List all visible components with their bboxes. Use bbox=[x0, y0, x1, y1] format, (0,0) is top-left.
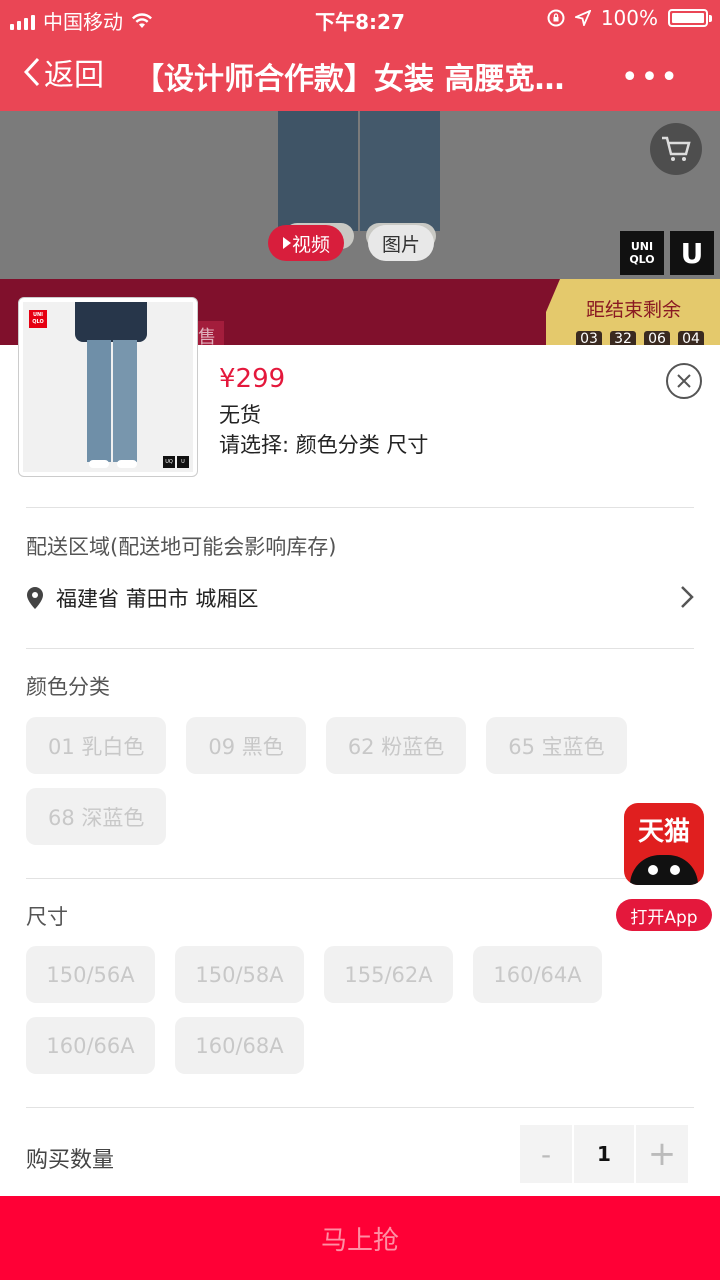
chevron-left-icon bbox=[24, 57, 40, 87]
countdown-label: 距结束剩余 bbox=[586, 299, 682, 321]
size-option[interactable]: 150/58A bbox=[175, 946, 304, 1003]
color-option[interactable]: 09 黑色 bbox=[186, 717, 306, 774]
divider bbox=[26, 1107, 694, 1108]
quantity-increase-button[interactable]: + bbox=[636, 1125, 688, 1183]
product-image-area[interactable]: 视频 图片 UNI QLO U bbox=[0, 111, 720, 279]
quantity-stepper: - 1 + bbox=[520, 1125, 688, 1183]
cart-button[interactable] bbox=[650, 123, 702, 175]
size-label: 尺寸 bbox=[26, 905, 68, 929]
thumb-brand-logo: UNI QLO bbox=[29, 310, 47, 328]
address-text: 福建省 莆田市 城厢区 bbox=[56, 587, 259, 611]
video-tab-label: 视频 bbox=[292, 233, 331, 256]
size-options: 150/56A 150/58A 155/62A 160/64A 160/66A … bbox=[26, 946, 666, 1074]
size-option[interactable]: 160/64A bbox=[473, 946, 602, 1003]
battery-percent: 100% bbox=[600, 6, 658, 30]
page-title: 【设计师合作款】女装 高腰宽腿牛仔裤 bbox=[134, 62, 594, 97]
color-option[interactable]: 62 粉蓝色 bbox=[325, 717, 467, 774]
orientation-lock-icon bbox=[547, 9, 565, 27]
back-button[interactable]: 返回 bbox=[24, 50, 104, 94]
address-selector[interactable]: 福建省 莆田市 城厢区 bbox=[26, 583, 694, 613]
color-option[interactable]: 68 深蓝色 bbox=[26, 788, 167, 845]
countdown-digit: 06 bbox=[644, 331, 670, 345]
top-bar: 中国移动 下午8:27 100% 返回 【设计师合作款】女装 高腰宽腿牛仔裤 •… bbox=[0, 0, 720, 111]
close-button[interactable] bbox=[666, 363, 702, 399]
sku-sheet: ¥299 无货 请选择: 颜色分类 尺寸 配送区域(配送地可能会影响库存) 福建… bbox=[0, 345, 720, 1280]
size-option[interactable]: 160/66A bbox=[26, 1017, 155, 1074]
quantity-label: 购买数量 bbox=[26, 1148, 115, 1173]
tmall-app-icon[interactable]: 天猫 bbox=[624, 803, 704, 885]
u-logo: U bbox=[670, 231, 714, 275]
delivery-label: 配送区域(配送地可能会影响库存) bbox=[26, 535, 337, 559]
countdown-digit: 03 bbox=[576, 331, 602, 345]
color-option[interactable]: 01 乳白色 bbox=[26, 717, 167, 774]
status-bar: 中国移动 下午8:27 100% bbox=[0, 0, 720, 36]
battery-icon bbox=[668, 9, 712, 27]
size-option[interactable]: 160/68A bbox=[175, 1017, 304, 1074]
price: ¥299 bbox=[219, 364, 286, 394]
countdown-digit: 04 bbox=[678, 331, 704, 345]
divider bbox=[26, 648, 694, 649]
countdown: 距结束剩余 03 32 06 04 bbox=[546, 279, 720, 345]
color-option[interactable]: 65 宝蓝色 bbox=[486, 717, 627, 774]
more-menu-button[interactable]: ••• bbox=[621, 60, 680, 95]
divider bbox=[26, 878, 694, 879]
buy-now-button[interactable]: 马上抢 bbox=[0, 1196, 720, 1280]
back-label: 返回 bbox=[44, 58, 104, 93]
product-thumbnail: UNI QLO UQ U bbox=[18, 297, 198, 477]
countdown-digit: 32 bbox=[610, 331, 636, 345]
open-app-button[interactable]: 打开App bbox=[616, 899, 712, 931]
video-tab[interactable]: 视频 bbox=[268, 225, 345, 261]
divider bbox=[26, 507, 694, 508]
size-option[interactable]: 155/62A bbox=[324, 946, 453, 1003]
location-pin-icon bbox=[27, 587, 43, 609]
uniqlo-logo: UNI QLO bbox=[620, 231, 664, 275]
color-label: 颜色分类 bbox=[26, 675, 110, 699]
nav-bar: 返回 【设计师合作款】女装 高腰宽腿牛仔裤 ••• bbox=[0, 40, 720, 106]
stock-status: 无货 bbox=[219, 403, 261, 427]
chevron-right-icon bbox=[681, 586, 694, 608]
size-option[interactable]: 150/56A bbox=[26, 946, 155, 1003]
selection-prompt: 请选择: 颜色分类 尺寸 bbox=[219, 433, 429, 457]
close-icon bbox=[677, 374, 691, 388]
quantity-value[interactable]: 1 bbox=[574, 1125, 634, 1183]
cart-icon bbox=[662, 136, 691, 161]
tmall-app-promo[interactable]: 天猫 打开App bbox=[616, 803, 712, 931]
tmall-app-name: 天猫 bbox=[637, 817, 690, 847]
location-arrow-icon bbox=[574, 10, 591, 26]
photo-tab[interactable]: 图片 bbox=[368, 225, 435, 261]
quantity-decrease-button[interactable]: - bbox=[520, 1125, 572, 1183]
color-options: 01 乳白色 09 黑色 62 粉蓝色 65 宝蓝色 68 深蓝色 bbox=[26, 717, 666, 845]
play-icon bbox=[283, 237, 291, 249]
